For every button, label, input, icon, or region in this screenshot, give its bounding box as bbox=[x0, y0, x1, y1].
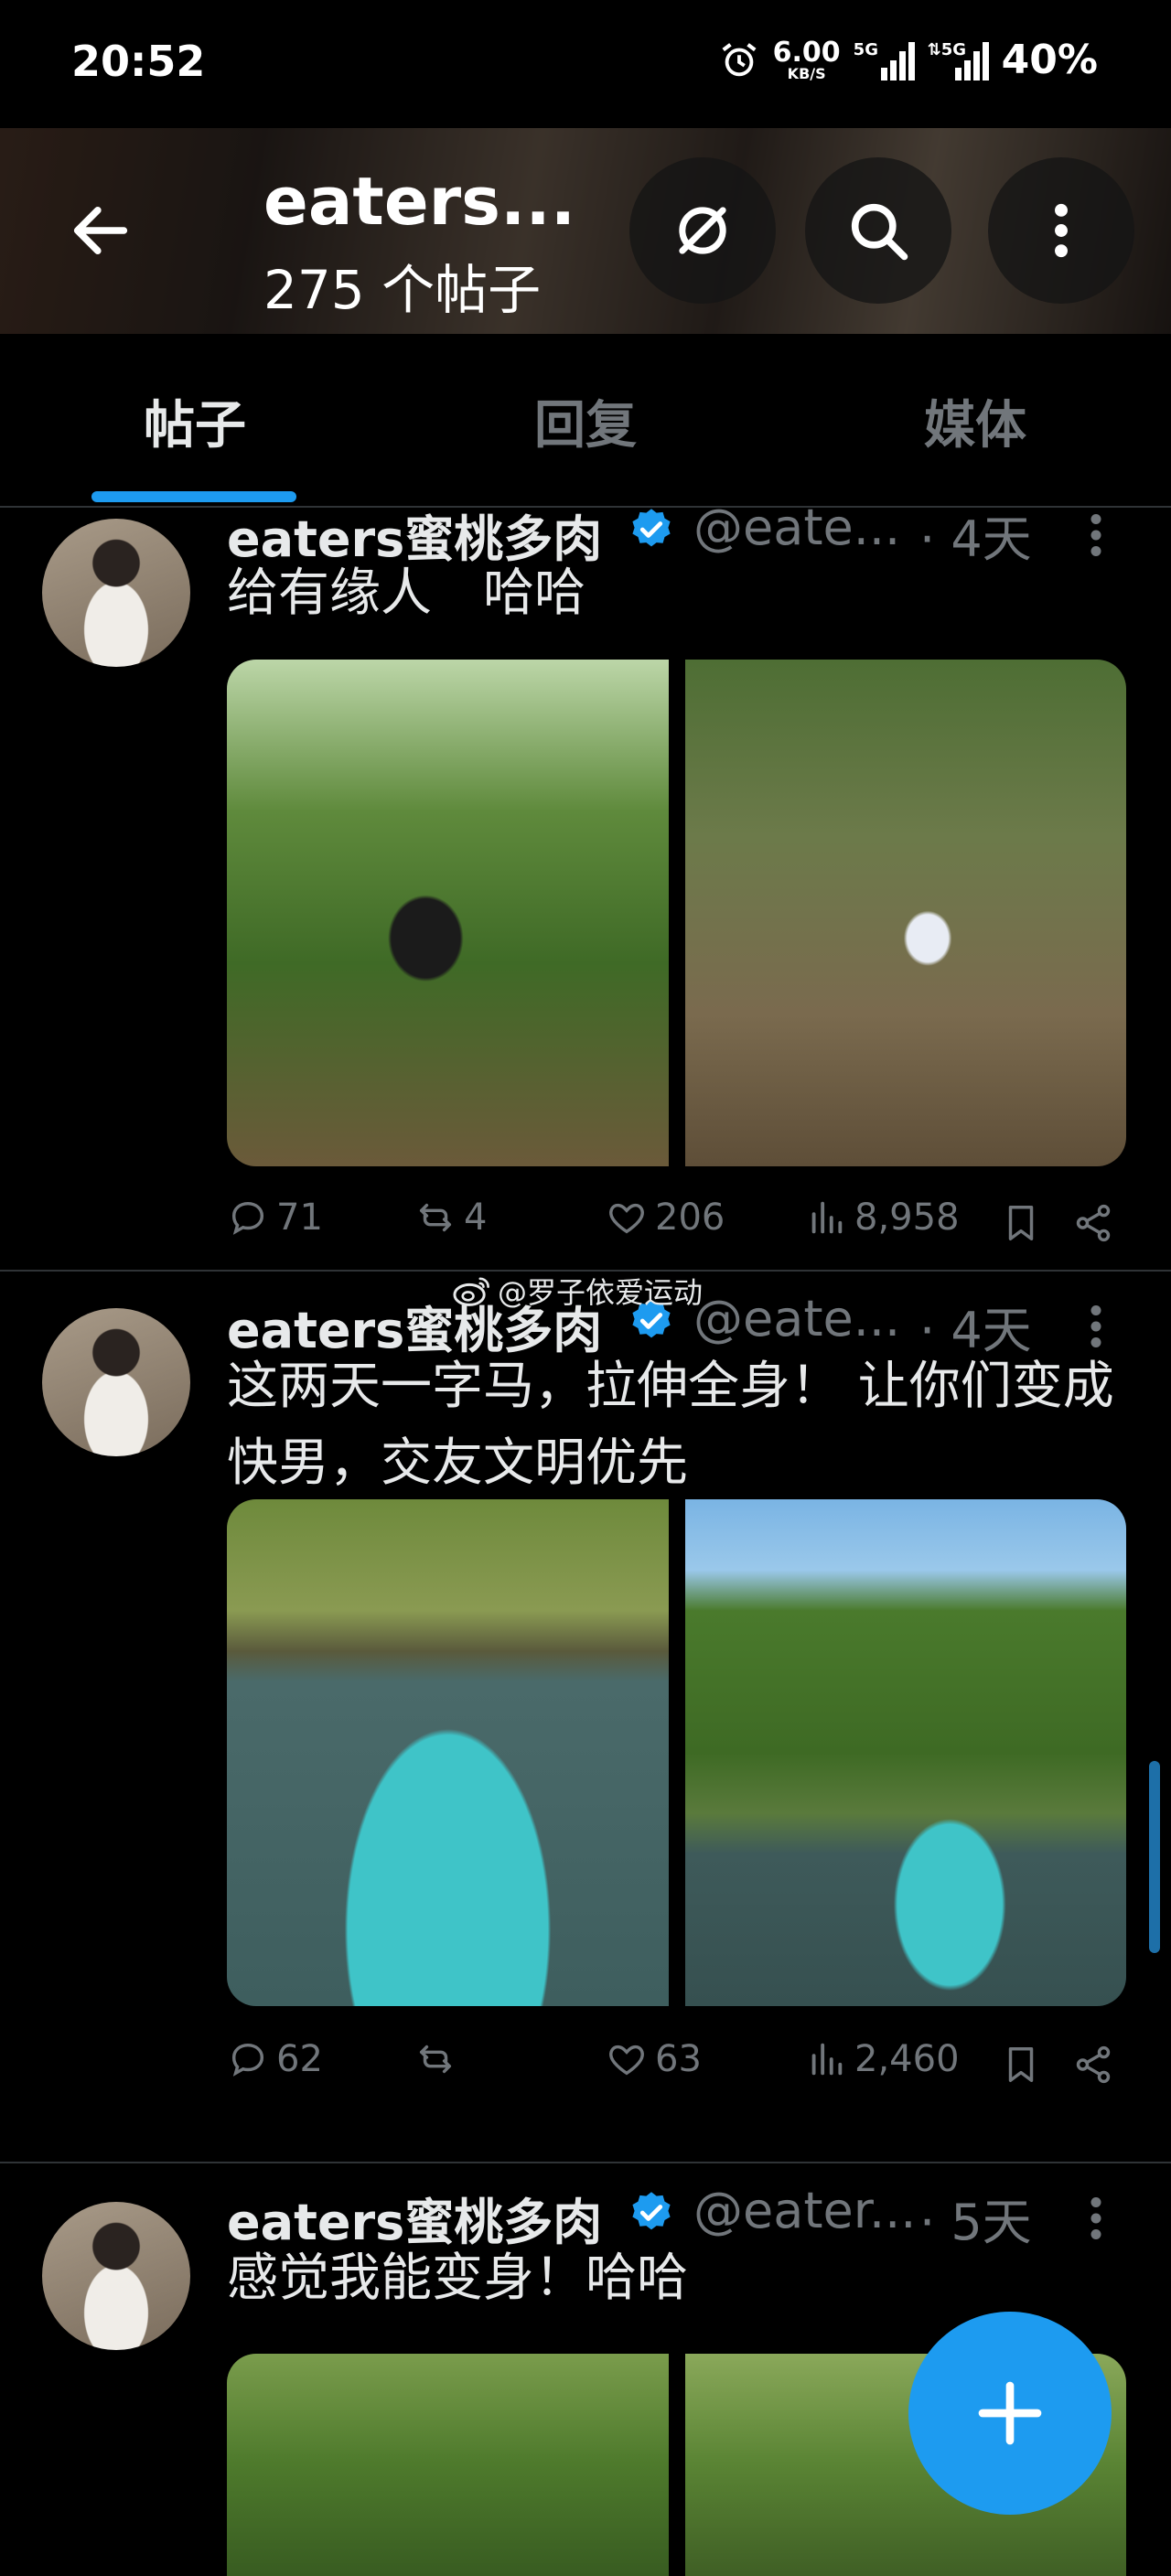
post-text: 这两天一字马，拉伸全身！ 让你们变成快男，交友文明优先 bbox=[227, 1357, 1114, 1493]
circle-slash-icon bbox=[679, 207, 726, 254]
like-button[interactable]: 206 bbox=[606, 1197, 725, 1239]
post-author-handle: @eate... bbox=[693, 508, 901, 556]
post-author-handle: @eate... bbox=[693, 1290, 901, 1347]
post-count: 275 个帖子 bbox=[263, 259, 542, 321]
share-icon[interactable] bbox=[1072, 2044, 1114, 2086]
views-chart-icon bbox=[811, 1201, 843, 1234]
post-image[interactable] bbox=[227, 2354, 669, 2576]
views-chart-icon bbox=[811, 2043, 843, 2076]
repost-button[interactable] bbox=[414, 2038, 464, 2080]
scrollbar[interactable] bbox=[1149, 1761, 1160, 1953]
post-item[interactable]: eaters蜜桃多肉 @eate... · 4天 给有缘人 哈哈 71 4 20… bbox=[0, 508, 1171, 1272]
more-vertical-icon[interactable] bbox=[1080, 508, 1112, 563]
post-image[interactable] bbox=[684, 1499, 1126, 2006]
sim2-tag: ⇅5G bbox=[927, 39, 967, 59]
net-speed-unit: KB/S bbox=[787, 64, 826, 82]
profile-name: eaters... bbox=[263, 163, 576, 240]
heart-icon bbox=[609, 2045, 644, 2076]
reply-button[interactable]: 71 bbox=[227, 1197, 323, 1239]
more-options-button[interactable] bbox=[988, 157, 1134, 304]
view-count: 8,958 bbox=[854, 1197, 960, 1239]
repost-count: 4 bbox=[464, 1197, 488, 1239]
net-speed-value: 6.00 bbox=[772, 36, 841, 69]
tab-media[interactable]: 媒体 bbox=[780, 384, 1170, 458]
signal-sim1-icon: 5G bbox=[854, 40, 915, 80]
avatar[interactable] bbox=[42, 519, 190, 667]
verified-badge-icon bbox=[632, 509, 671, 547]
post-actions: 62 63 2,460 bbox=[227, 2038, 1123, 2093]
like-button[interactable]: 63 bbox=[606, 2038, 702, 2080]
post-feed[interactable]: eaters蜜桃多肉 @eate... · 4天 给有缘人 哈哈 71 4 20… bbox=[0, 508, 1171, 2576]
active-tab-indicator bbox=[91, 491, 296, 502]
reply-icon bbox=[231, 1201, 264, 1235]
post-actions: 71 4 206 8,958 bbox=[227, 1197, 1123, 1251]
profile-header: eaters... 275 个帖子 bbox=[0, 128, 1171, 334]
post-image[interactable] bbox=[227, 1499, 669, 2006]
tab-replies[interactable]: 回复 bbox=[391, 384, 780, 458]
battery-level: 40% bbox=[1001, 37, 1098, 83]
search-button[interactable] bbox=[805, 157, 951, 304]
more-vertical-icon bbox=[1055, 203, 1068, 258]
repost-icon bbox=[419, 2045, 452, 2074]
like-count: 206 bbox=[655, 1197, 725, 1239]
back-button[interactable] bbox=[27, 157, 174, 304]
post-media[interactable] bbox=[227, 1499, 1126, 2006]
views-button[interactable]: 8,958 bbox=[805, 1197, 960, 1239]
status-bar: 20:52 6.00 KB/S 5G ⇅5G 40% bbox=[0, 0, 1171, 128]
avatar[interactable] bbox=[42, 1308, 190, 1456]
reply-count: 62 bbox=[276, 2038, 323, 2080]
signal-sim2-icon: ⇅5G bbox=[928, 40, 989, 80]
post-image[interactable] bbox=[684, 660, 1126, 1166]
more-vertical-icon[interactable] bbox=[1080, 2191, 1112, 2246]
post-image[interactable] bbox=[227, 660, 669, 1166]
view-count: 2,460 bbox=[854, 2038, 960, 2080]
weibo-logo-icon bbox=[453, 1277, 489, 1306]
tab-posts[interactable]: 帖子 bbox=[0, 384, 390, 458]
post-text: 给有缘人 哈哈 bbox=[227, 564, 586, 623]
sim1-tag: 5G bbox=[853, 39, 878, 59]
grok-button[interactable] bbox=[629, 157, 776, 304]
status-time: 20:52 bbox=[71, 37, 206, 86]
reply-button[interactable]: 62 bbox=[227, 2038, 323, 2080]
share-icon[interactable] bbox=[1072, 1202, 1114, 1244]
post-media[interactable] bbox=[227, 660, 1126, 1166]
status-icons: 6.00 KB/S 5G ⇅5G 40% bbox=[718, 37, 1098, 83]
post-item[interactable]: eaters蜜桃多肉 @eate... · 4天 这两天一字马，拉伸全身！ 让你… bbox=[0, 1272, 1171, 2163]
avatar[interactable] bbox=[42, 2202, 190, 2350]
reply-count: 71 bbox=[276, 1197, 323, 1239]
profile-tabs: 帖子 回复 媒体 bbox=[0, 334, 1171, 508]
watermark-text: @罗子依爱运动 bbox=[498, 1275, 704, 1310]
post-author-handle: @eater... bbox=[693, 2182, 917, 2239]
bookmark-icon[interactable] bbox=[1000, 1202, 1042, 1244]
net-speed: 6.00 KB/S bbox=[772, 36, 841, 82]
heart-icon bbox=[609, 1203, 644, 1234]
search-icon bbox=[851, 203, 908, 261]
repost-button[interactable]: 4 bbox=[414, 1197, 487, 1239]
back-arrow-icon bbox=[73, 207, 128, 254]
post-text: 感觉我能变身！哈哈 bbox=[227, 2249, 688, 2308]
watermark: @罗子依爱运动 bbox=[452, 1270, 703, 1312]
like-count: 63 bbox=[655, 2038, 702, 2080]
views-button[interactable]: 2,460 bbox=[805, 2038, 960, 2080]
alarm-icon bbox=[722, 42, 757, 76]
verified-badge-icon bbox=[632, 2192, 671, 2230]
bookmark-icon[interactable] bbox=[1000, 2044, 1042, 2086]
more-vertical-icon[interactable] bbox=[1080, 1299, 1112, 1354]
reply-icon bbox=[231, 2043, 264, 2077]
compose-post-button[interactable] bbox=[908, 2312, 1112, 2515]
repost-icon bbox=[419, 1203, 452, 1232]
plus-icon bbox=[978, 2381, 1042, 2445]
